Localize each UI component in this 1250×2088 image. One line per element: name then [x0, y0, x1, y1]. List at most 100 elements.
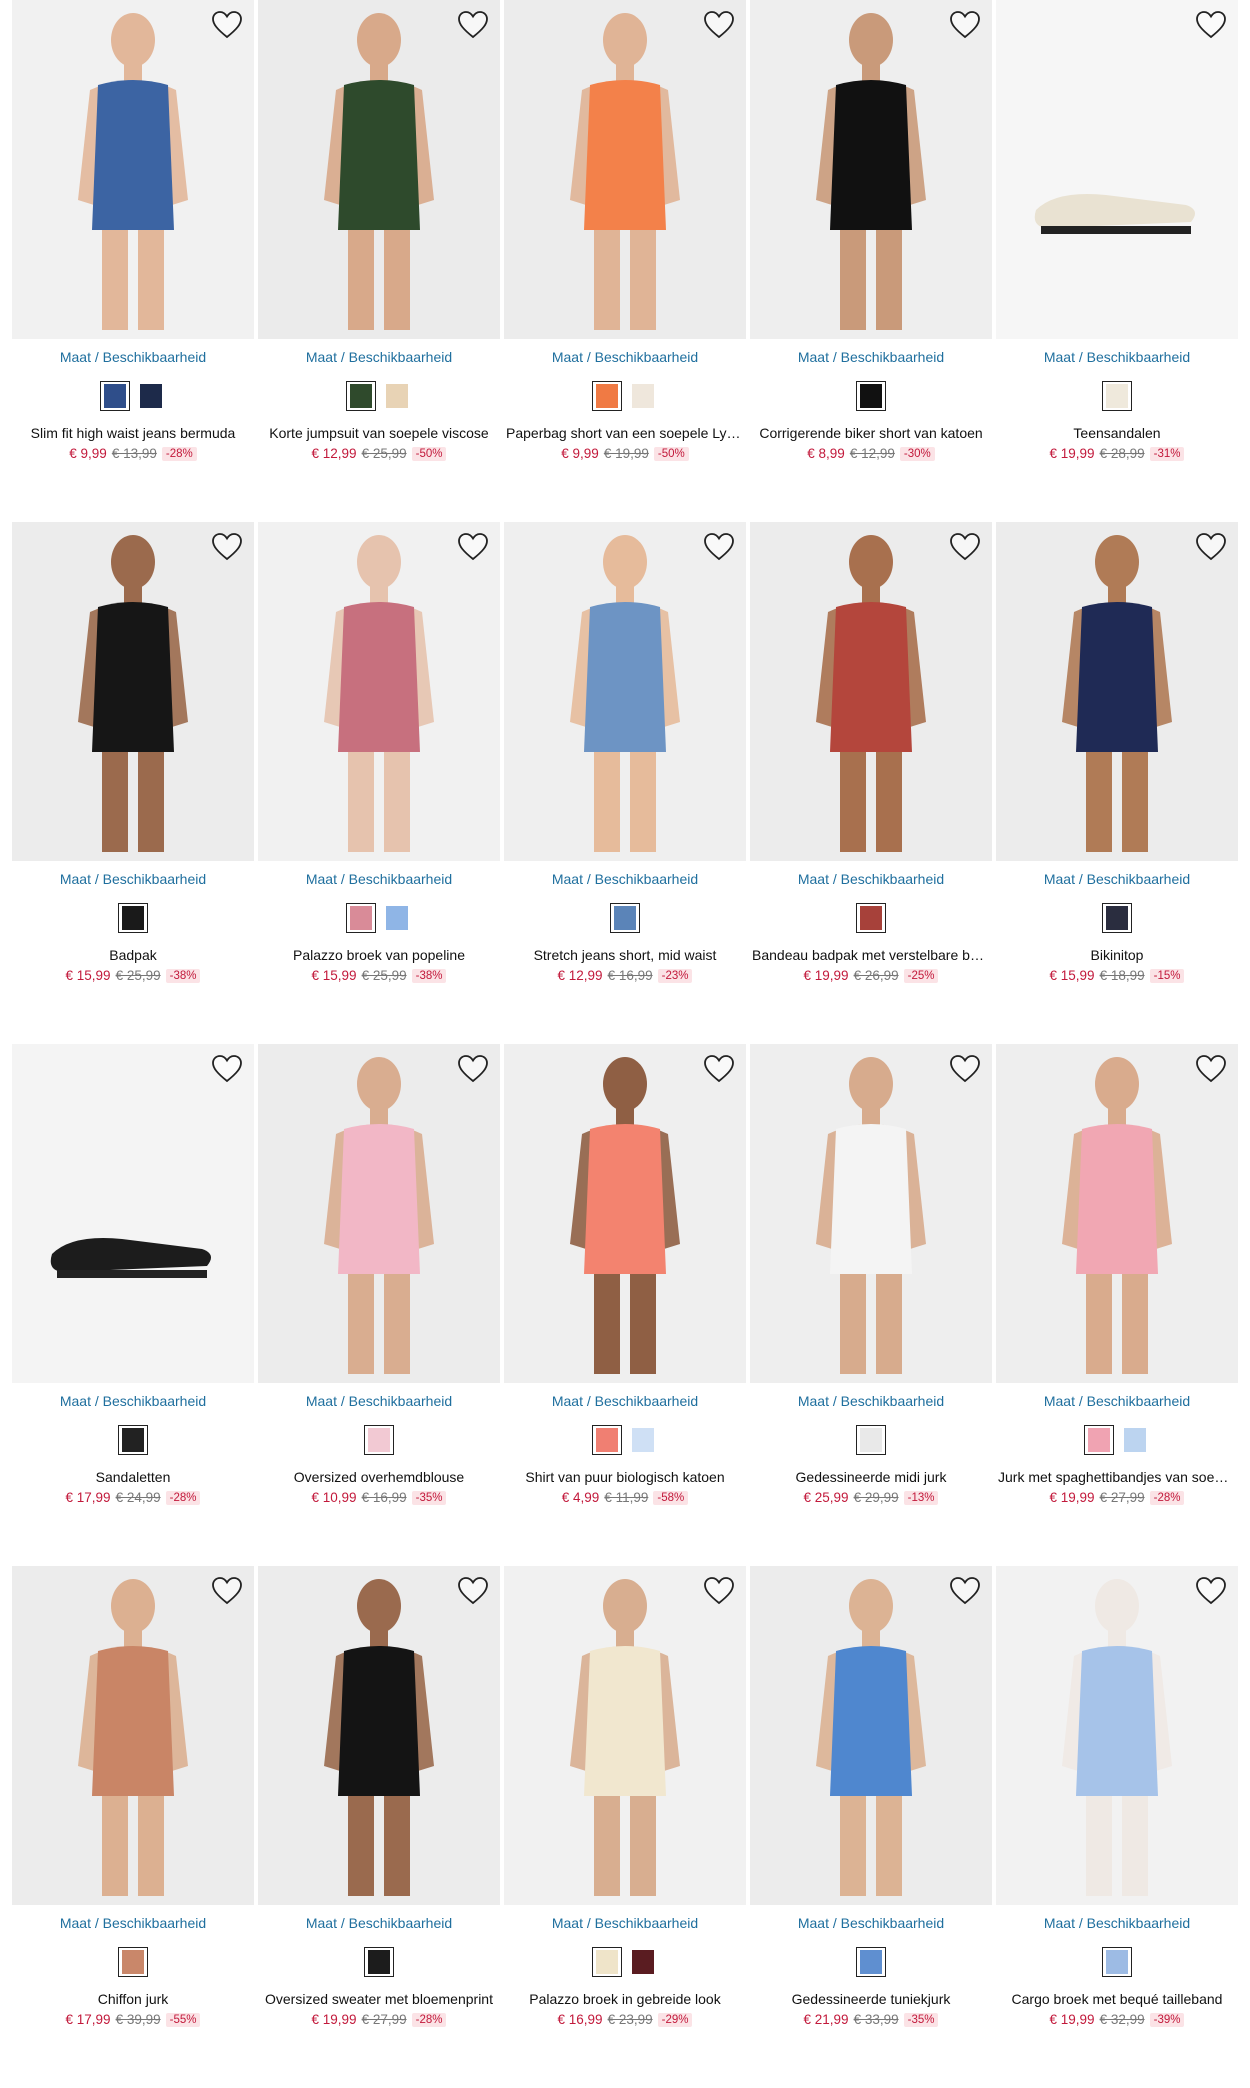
product-name[interactable]: Stretch jeans short, mid waist	[504, 947, 746, 965]
wishlist-heart-icon[interactable]	[457, 1054, 489, 1084]
product-image[interactable]	[996, 1044, 1238, 1383]
color-swatch[interactable]	[118, 1425, 148, 1455]
product-image[interactable]	[12, 1044, 254, 1383]
wishlist-heart-icon[interactable]	[1195, 1054, 1227, 1084]
product-image[interactable]	[996, 1566, 1238, 1905]
product-name[interactable]: Oversized sweater met bloemenprint	[258, 1991, 500, 2009]
color-swatch[interactable]	[346, 381, 376, 411]
color-swatch[interactable]	[1084, 1425, 1114, 1455]
product-image[interactable]	[750, 0, 992, 339]
product-image[interactable]	[504, 1566, 746, 1905]
color-swatch[interactable]	[118, 1947, 148, 1977]
product-image[interactable]	[504, 522, 746, 861]
product-name[interactable]: Gedessineerde tuniekjurk	[750, 1991, 992, 2009]
size-availability-link[interactable]: Maat / Beschikbaarheid	[504, 1915, 746, 1933]
product-name[interactable]: Korte jumpsuit van soepele viscose	[258, 425, 500, 443]
product-card-5[interactable]: Maat / Beschikbaarheid Teensandalen € 19…	[996, 0, 1238, 522]
wishlist-heart-icon[interactable]	[1195, 10, 1227, 40]
product-name[interactable]: Bandeau badpak met verstelbare bandjes	[750, 947, 992, 965]
product-card-7[interactable]: Maat / Beschikbaarheid Palazzo broek van…	[258, 522, 500, 1044]
size-availability-link[interactable]: Maat / Beschikbaarheid	[996, 349, 1238, 367]
wishlist-heart-icon[interactable]	[703, 1054, 735, 1084]
product-card-17[interactable]: Maat / Beschikbaarheid Oversized sweater…	[258, 1566, 500, 2088]
size-availability-link[interactable]: Maat / Beschikbaarheid	[258, 1393, 500, 1411]
product-image[interactable]	[996, 522, 1238, 861]
color-swatch[interactable]	[1120, 1425, 1150, 1455]
product-card-4[interactable]: Maat / Beschikbaarheid Corrigerende bike…	[750, 0, 992, 522]
product-name[interactable]: Chiffon jurk	[12, 1991, 254, 2009]
color-swatch[interactable]	[382, 381, 412, 411]
wishlist-heart-icon[interactable]	[1195, 532, 1227, 562]
color-swatch[interactable]	[610, 903, 640, 933]
product-card-19[interactable]: Maat / Beschikbaarheid Gedessineerde tun…	[750, 1566, 992, 2088]
color-swatch[interactable]	[592, 1425, 622, 1455]
product-name[interactable]: Shirt van puur biologisch katoen	[504, 1469, 746, 1487]
size-availability-link[interactable]: Maat / Beschikbaarheid	[996, 871, 1238, 889]
product-card-9[interactable]: Maat / Beschikbaarheid Bandeau badpak me…	[750, 522, 992, 1044]
color-swatch[interactable]	[628, 381, 658, 411]
size-availability-link[interactable]: Maat / Beschikbaarheid	[750, 1915, 992, 1933]
color-swatch[interactable]	[628, 1947, 658, 1977]
wishlist-heart-icon[interactable]	[211, 532, 243, 562]
product-card-2[interactable]: Maat / Beschikbaarheid Korte jumpsuit va…	[258, 0, 500, 522]
wishlist-heart-icon[interactable]	[1195, 1576, 1227, 1606]
wishlist-heart-icon[interactable]	[949, 1576, 981, 1606]
product-card-11[interactable]: Maat / Beschikbaarheid Sandaletten € 17,…	[12, 1044, 254, 1566]
color-swatch[interactable]	[856, 381, 886, 411]
color-swatch[interactable]	[592, 1947, 622, 1977]
product-name[interactable]: Gedessineerde midi jurk	[750, 1469, 992, 1487]
product-card-14[interactable]: Maat / Beschikbaarheid Gedessineerde mid…	[750, 1044, 992, 1566]
color-swatch[interactable]	[346, 903, 376, 933]
size-availability-link[interactable]: Maat / Beschikbaarheid	[996, 1915, 1238, 1933]
product-name[interactable]: Cargo broek met bequé tailleband	[996, 1991, 1238, 2009]
product-image[interactable]	[258, 0, 500, 339]
product-name[interactable]: Badpak	[12, 947, 254, 965]
color-swatch[interactable]	[1102, 903, 1132, 933]
size-availability-link[interactable]: Maat / Beschikbaarheid	[750, 349, 992, 367]
color-swatch[interactable]	[118, 903, 148, 933]
color-swatch[interactable]	[1102, 381, 1132, 411]
product-image[interactable]	[750, 1566, 992, 1905]
product-name[interactable]: Sandaletten	[12, 1469, 254, 1487]
product-image[interactable]	[12, 0, 254, 339]
wishlist-heart-icon[interactable]	[703, 10, 735, 40]
product-card-15[interactable]: Maat / Beschikbaarheid Jurk met spaghett…	[996, 1044, 1238, 1566]
size-availability-link[interactable]: Maat / Beschikbaarheid	[504, 349, 746, 367]
product-image[interactable]	[258, 1044, 500, 1383]
product-name[interactable]: Palazzo broek in gebreide look	[504, 1991, 746, 2009]
product-image[interactable]	[504, 0, 746, 339]
wishlist-heart-icon[interactable]	[457, 1576, 489, 1606]
wishlist-heart-icon[interactable]	[211, 1054, 243, 1084]
size-availability-link[interactable]: Maat / Beschikbaarheid	[258, 1915, 500, 1933]
wishlist-heart-icon[interactable]	[211, 10, 243, 40]
size-availability-link[interactable]: Maat / Beschikbaarheid	[504, 1393, 746, 1411]
product-card-10[interactable]: Maat / Beschikbaarheid Bikinitop € 15,99…	[996, 522, 1238, 1044]
product-image[interactable]	[258, 522, 500, 861]
size-availability-link[interactable]: Maat / Beschikbaarheid	[12, 349, 254, 367]
size-availability-link[interactable]: Maat / Beschikbaarheid	[750, 1393, 992, 1411]
product-image[interactable]	[996, 0, 1238, 339]
wishlist-heart-icon[interactable]	[949, 10, 981, 40]
product-name[interactable]: Teensandalen	[996, 425, 1238, 443]
product-card-12[interactable]: Maat / Beschikbaarheid Oversized overhem…	[258, 1044, 500, 1566]
size-availability-link[interactable]: Maat / Beschikbaarheid	[12, 1915, 254, 1933]
size-availability-link[interactable]: Maat / Beschikbaarheid	[12, 1393, 254, 1411]
product-name[interactable]: Paperbag short van een soepele Lyocell-k…	[504, 425, 746, 443]
color-swatch[interactable]	[856, 903, 886, 933]
color-swatch[interactable]	[856, 1947, 886, 1977]
wishlist-heart-icon[interactable]	[457, 532, 489, 562]
color-swatch[interactable]	[592, 381, 622, 411]
product-card-13[interactable]: Maat / Beschikbaarheid Shirt van puur bi…	[504, 1044, 746, 1566]
color-swatch[interactable]	[364, 1947, 394, 1977]
color-swatch[interactable]	[628, 1425, 658, 1455]
product-name[interactable]: Palazzo broek van popeline	[258, 947, 500, 965]
color-swatch[interactable]	[364, 1425, 394, 1455]
product-card-20[interactable]: Maat / Beschikbaarheid Cargo broek met b…	[996, 1566, 1238, 2088]
wishlist-heart-icon[interactable]	[211, 1576, 243, 1606]
wishlist-heart-icon[interactable]	[703, 532, 735, 562]
size-availability-link[interactable]: Maat / Beschikbaarheid	[996, 1393, 1238, 1411]
product-card-8[interactable]: Maat / Beschikbaarheid Stretch jeans sho…	[504, 522, 746, 1044]
product-image[interactable]	[12, 522, 254, 861]
size-availability-link[interactable]: Maat / Beschikbaarheid	[258, 349, 500, 367]
product-card-1[interactable]: Maat / Beschikbaarheid Slim fit high wai…	[12, 0, 254, 522]
